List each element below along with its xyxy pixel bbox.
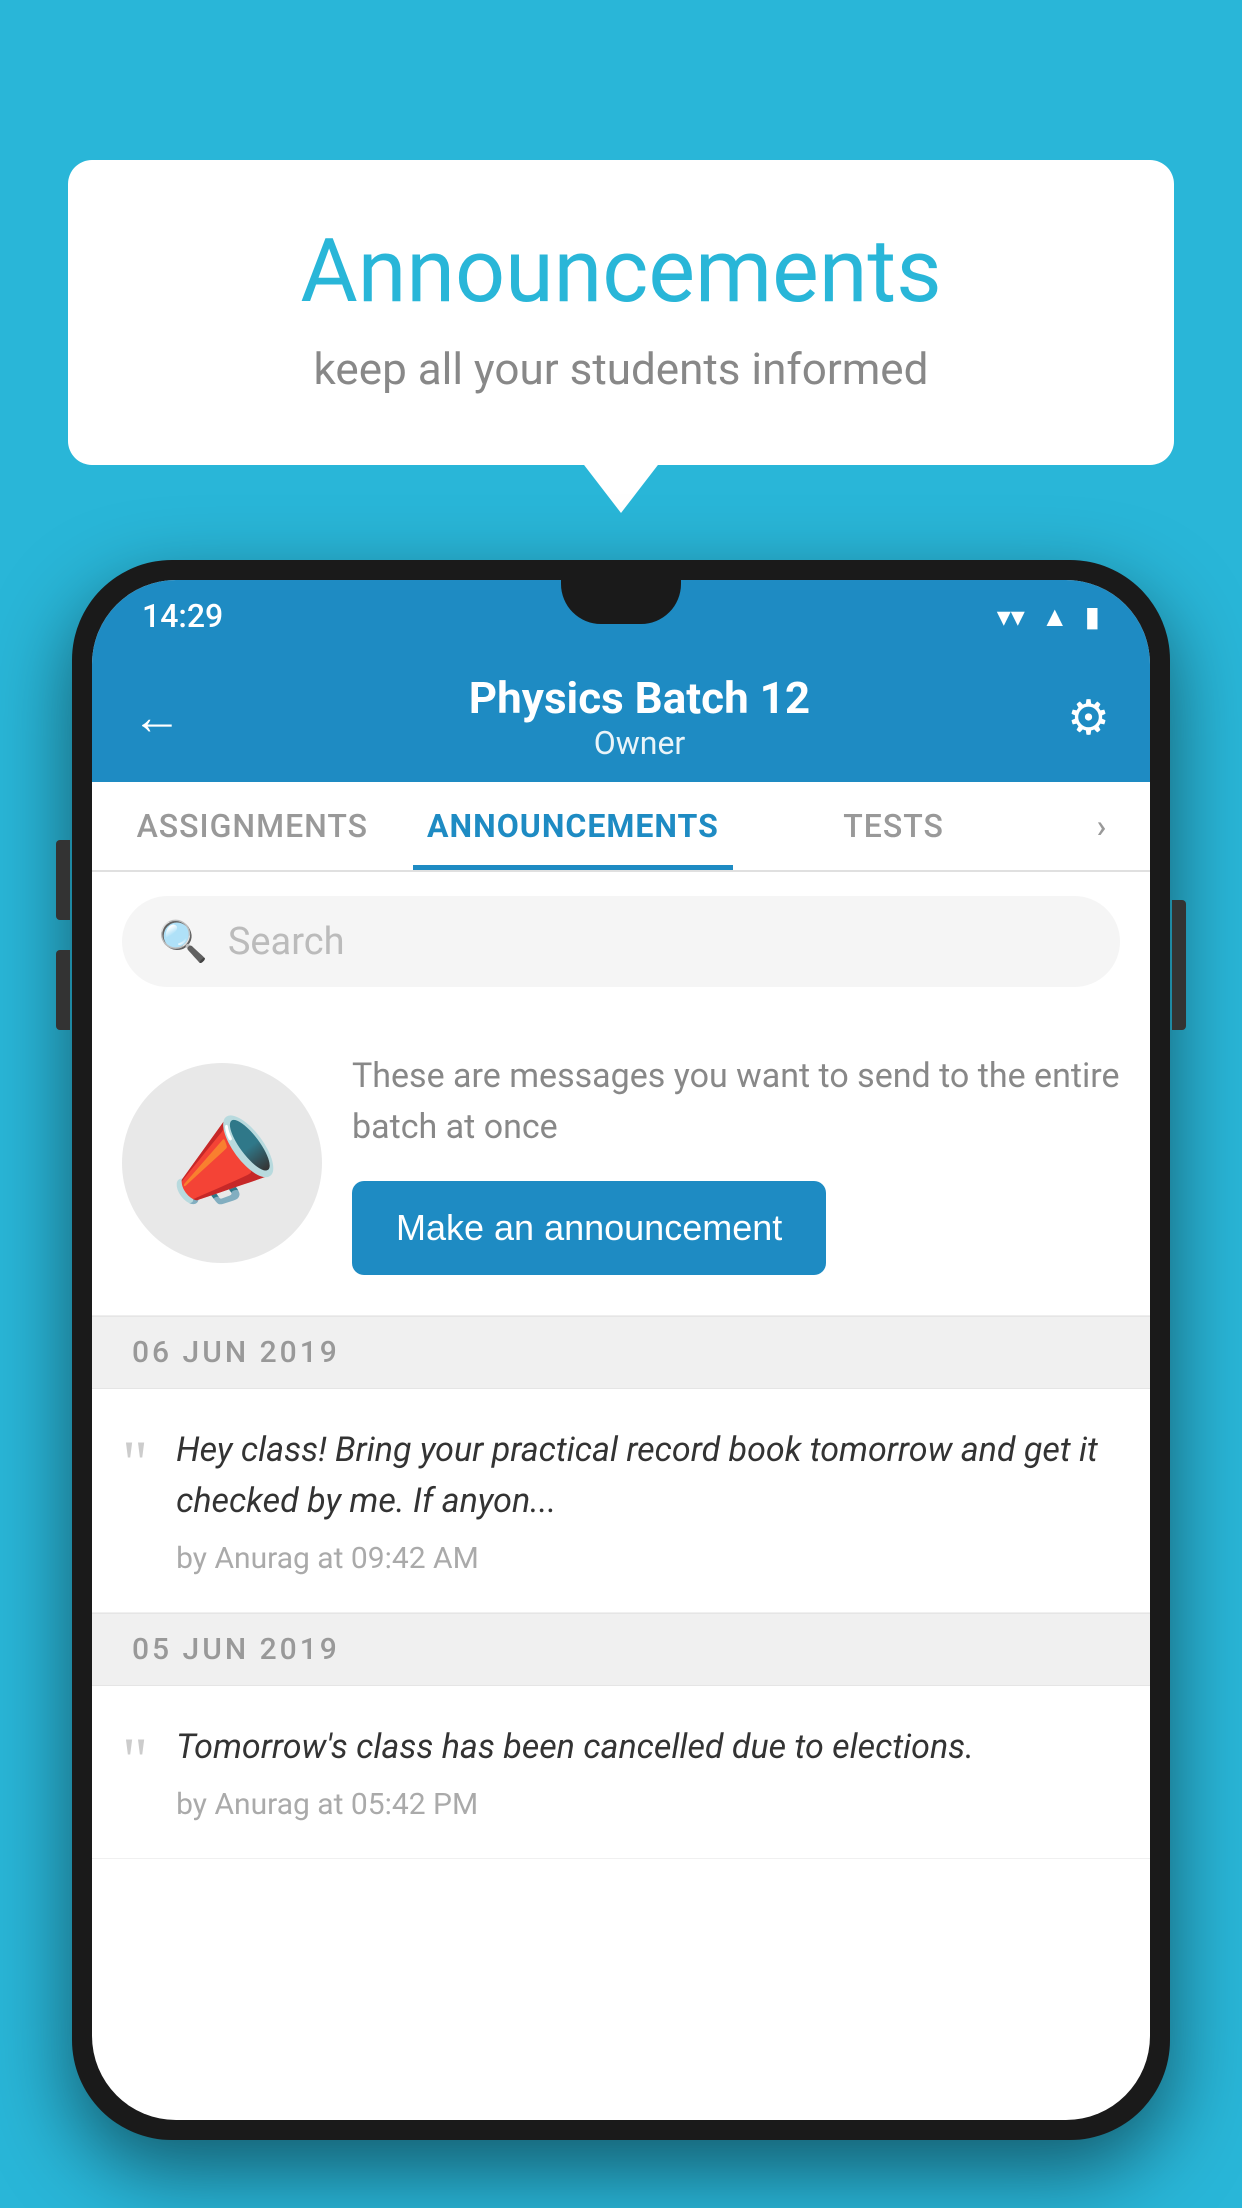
search-bar-container: 🔍 Search (92, 872, 1150, 1011)
content-area: 🔍 Search 📣 These are messages you want t… (92, 872, 1150, 1859)
quote-icon-1: " (122, 1431, 148, 1576)
promo-description: These are messages you want to send to t… (352, 1051, 1120, 1153)
wifi-icon: ▾▾ (997, 600, 1025, 633)
app-header: ← Physics Batch 12 Owner ⚙ (92, 652, 1150, 782)
speech-bubble-container: Announcements keep all your students inf… (68, 160, 1174, 465)
side-button-vol-down (56, 950, 70, 1030)
header-center: Physics Batch 12 Owner (212, 672, 1067, 762)
phone-wrapper: 14:29 ▾▾ ▲ ▮ ← Physics Batch 12 Owner ⚙ (72, 560, 1170, 2208)
announcement-meta-1: by Anurag at 09:42 AM (176, 1541, 1120, 1576)
battery-icon: ▮ (1085, 600, 1100, 633)
settings-icon[interactable]: ⚙ (1067, 689, 1110, 746)
tab-tests[interactable]: TESTS (733, 782, 1054, 870)
bubble-title: Announcements (148, 220, 1094, 323)
notch (561, 580, 681, 624)
make-announcement-button[interactable]: Make an announcement (352, 1181, 826, 1275)
date-divider-2: 05 JUN 2019 (92, 1613, 1150, 1686)
announcement-promo: 📣 These are messages you want to send to… (92, 1011, 1150, 1316)
search-icon: 🔍 (158, 918, 208, 965)
speech-bubble: Announcements keep all your students inf… (68, 160, 1174, 465)
tabs-bar: ASSIGNMENTS ANNOUNCEMENTS TESTS › (92, 782, 1150, 872)
header-title: Physics Batch 12 (212, 672, 1067, 724)
promo-content: These are messages you want to send to t… (352, 1051, 1120, 1275)
signal-icon: ▲ (1041, 600, 1069, 633)
phone-screen: 14:29 ▾▾ ▲ ▮ ← Physics Batch 12 Owner ⚙ (92, 580, 1150, 2120)
tab-announcements[interactable]: ANNOUNCEMENTS (413, 782, 734, 870)
search-bar[interactable]: 🔍 Search (122, 896, 1120, 987)
side-button-vol-up (56, 840, 70, 920)
phone-outer: 14:29 ▾▾ ▲ ▮ ← Physics Batch 12 Owner ⚙ (72, 560, 1170, 2140)
megaphone-icon: 📣 (154, 1098, 289, 1228)
tab-more[interactable]: › (1054, 782, 1150, 870)
status-bar: 14:29 ▾▾ ▲ ▮ (92, 580, 1150, 652)
search-placeholder: Search (228, 920, 345, 964)
announcement-meta-2: by Anurag at 05:42 PM (176, 1787, 1120, 1822)
status-time: 14:29 (142, 597, 223, 635)
announcement-item-2[interactable]: " Tomorrow's class has been cancelled du… (92, 1686, 1150, 1859)
status-icons: ▾▾ ▲ ▮ (997, 600, 1100, 633)
header-subtitle: Owner (212, 724, 1067, 762)
announcement-content-2: Tomorrow's class has been cancelled due … (176, 1722, 1120, 1822)
announcement-item-1[interactable]: " Hey class! Bring your practical record… (92, 1389, 1150, 1613)
announcement-text-2: Tomorrow's class has been cancelled due … (176, 1722, 1120, 1773)
back-button[interactable]: ← (132, 688, 182, 747)
date-divider-1: 06 JUN 2019 (92, 1316, 1150, 1389)
tab-assignments[interactable]: ASSIGNMENTS (92, 782, 413, 870)
bubble-subtitle: keep all your students informed (148, 343, 1094, 395)
announcement-text-1: Hey class! Bring your practical record b… (176, 1425, 1120, 1527)
quote-icon-2: " (122, 1728, 148, 1822)
promo-icon-circle: 📣 (122, 1063, 322, 1263)
side-button-power (1172, 900, 1186, 1030)
announcement-content-1: Hey class! Bring your practical record b… (176, 1425, 1120, 1576)
